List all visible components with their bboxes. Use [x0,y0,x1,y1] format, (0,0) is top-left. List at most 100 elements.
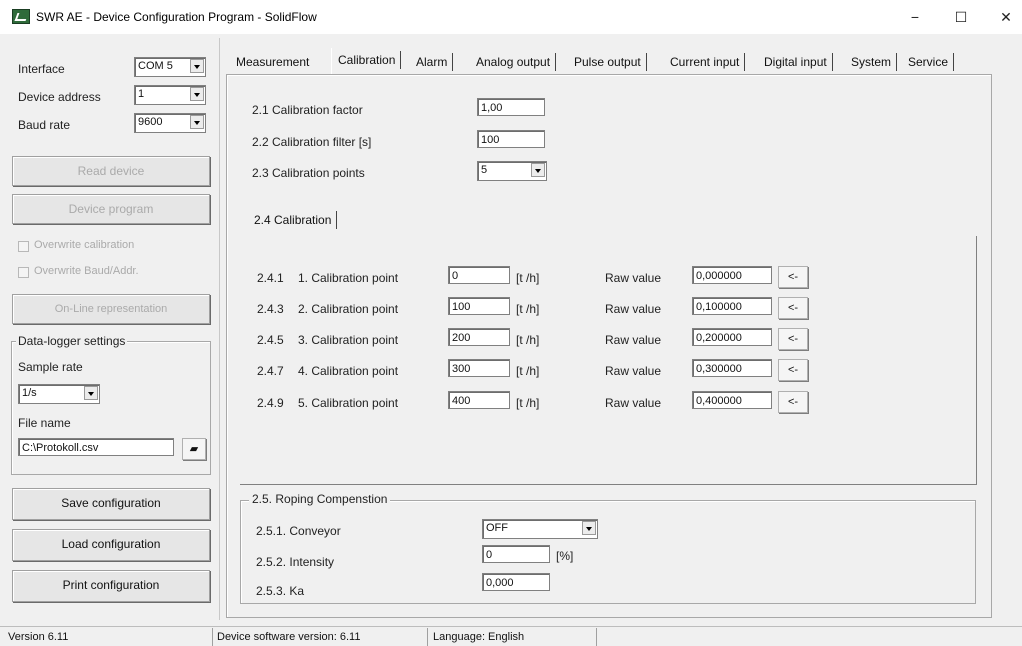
tab-separator [400,51,402,69]
status-divider [596,628,597,646]
unit-label: [t /h] [516,396,540,410]
tab-label: Alarm [416,55,448,69]
chevron-down-icon[interactable] [84,386,98,400]
unit-label: [t /h] [516,364,540,378]
device-address-value: 1 [138,88,145,100]
take-raw-value-button[interactable]: <- [778,328,808,350]
tab-alarm[interactable]: Alarm [410,50,454,74]
raw-value-label: Raw value [605,364,662,378]
device-address-label: Device address [18,90,101,104]
conveyor-value: OFF [486,522,508,534]
take-raw-value-button[interactable]: <- [778,359,808,381]
read-device-button[interactable]: Read device [12,156,210,186]
baud-rate-select[interactable]: 9600 [134,113,206,133]
conveyor-label: 2.5.1. Conveyor [256,524,341,538]
load-configuration-button[interactable]: Load configuration [12,529,210,561]
subtab-label: 2.4 Calibration [254,213,332,227]
ka-input[interactable]: 0,000 [482,573,550,591]
intensity-label: 2.5.2. Intensity [256,555,335,569]
row-label: 5. Calibration point [298,396,399,410]
minimize-button[interactable]: − [893,4,937,30]
conveyor-select[interactable]: OFF [482,519,598,539]
status-divider [427,628,428,646]
intensity-input[interactable]: 0 [482,545,550,563]
calibration-point-input[interactable]: 300 [448,359,510,377]
sample-rate-label: Sample rate [18,360,83,374]
row-number: 2.4.3 [257,302,284,316]
calibration-point-input[interactable]: 400 [448,391,510,409]
chevron-down-icon[interactable] [190,87,204,101]
baud-rate-value: 9600 [138,116,163,128]
take-raw-value-button[interactable]: <- [778,266,808,288]
overwrite-calibration-checkbox[interactable] [18,241,29,252]
file-name-label: File name [18,416,71,430]
tab-label: Service [908,55,949,69]
raw-value-input[interactable]: 0,400000 [692,391,772,409]
subtab-calibration[interactable]: 2.4 Calibration [248,208,338,232]
maximize-button[interactable]: ☐ [939,4,983,30]
roping-compensation-title: 2.5. Roping Compenstion [249,492,391,506]
calibration-point-input[interactable]: 0 [448,266,510,284]
device-program-button[interactable]: Device program [12,194,210,224]
calibration-filter-label: 2.2 Calibration filter [s] [252,135,372,149]
interface-select[interactable]: COM 5 [134,57,206,77]
raw-value-input[interactable]: 0,100000 [692,297,772,315]
tab-pulse-output[interactable]: Pulse output [568,50,647,74]
tab-analog-output[interactable]: Analog output [470,50,557,74]
calibration-points-value: 5 [481,164,488,176]
print-configuration-button[interactable]: Print configuration [12,570,210,602]
tab-label: Pulse output [574,55,641,69]
datalogger-title: Data-logger settings [16,334,128,348]
take-raw-value-button[interactable]: <- [778,391,808,413]
chevron-down-icon[interactable] [531,163,545,177]
chevron-down-icon[interactable] [582,521,596,535]
tab-calibration[interactable]: Calibration [331,48,402,74]
app-icon [12,9,30,24]
calibration-factor-input[interactable]: 1,00 [477,98,545,116]
calibration-point-input[interactable]: 100 [448,297,510,315]
folder-open-icon[interactable]: ▰ [182,438,206,460]
raw-value-input[interactable]: 0,000000 [692,266,772,284]
raw-value-input[interactable]: 0,200000 [692,328,772,346]
device-address-select[interactable]: 1 [134,85,206,105]
tab-measurement[interactable]: Measurement [230,50,315,74]
calibration-factor-label: 2.1 Calibration factor [252,103,363,117]
tab-separator [645,53,647,71]
raw-value-label: Raw value [605,302,662,316]
calibration-points-select[interactable]: 5 [477,161,547,181]
raw-value-input[interactable]: 0,300000 [692,359,772,377]
close-button[interactable]: ✕ [984,4,1022,30]
save-configuration-button[interactable]: Save configuration [12,488,210,520]
intensity-unit: [%] [556,549,574,563]
online-representation-button[interactable]: On-Line representation [12,294,210,324]
ka-label: 2.5.3. Ka [256,584,305,598]
file-name-input[interactable]: C:\Protokoll.csv [18,438,174,456]
tab-service[interactable]: Service [902,50,955,74]
status-version: Version 6.11 [8,631,69,643]
row-label: 1. Calibration point [298,271,399,285]
tab-current-input[interactable]: Current input [664,50,746,74]
panel-divider [219,38,220,620]
row-label: 4. Calibration point [298,364,399,378]
row-number: 2.4.1 [257,271,284,285]
chevron-down-icon[interactable] [190,59,204,73]
tab-separator [896,53,898,71]
tab-separator [831,53,833,71]
sample-rate-value: 1/s [22,387,37,399]
tab-digital-input[interactable]: Digital input [758,50,833,74]
tab-system[interactable]: System [845,50,898,74]
tab-separator [555,53,557,71]
raw-value-label: Raw value [605,396,662,410]
interface-label: Interface [18,62,65,76]
calibration-filter-input[interactable]: 100 [477,130,545,148]
unit-label: [t /h] [516,333,540,347]
baud-rate-label: Baud rate [18,118,71,132]
chevron-down-icon[interactable] [190,115,204,129]
calibration-point-input[interactable]: 200 [448,328,510,346]
sample-rate-select[interactable]: 1/s [18,384,100,404]
tab-label: Measurement [236,55,310,69]
overwrite-calibration-label: Overwrite calibration [34,239,135,251]
overwrite-baud-checkbox[interactable] [18,267,29,278]
take-raw-value-button[interactable]: <- [778,297,808,319]
raw-value-label: Raw value [605,333,662,347]
